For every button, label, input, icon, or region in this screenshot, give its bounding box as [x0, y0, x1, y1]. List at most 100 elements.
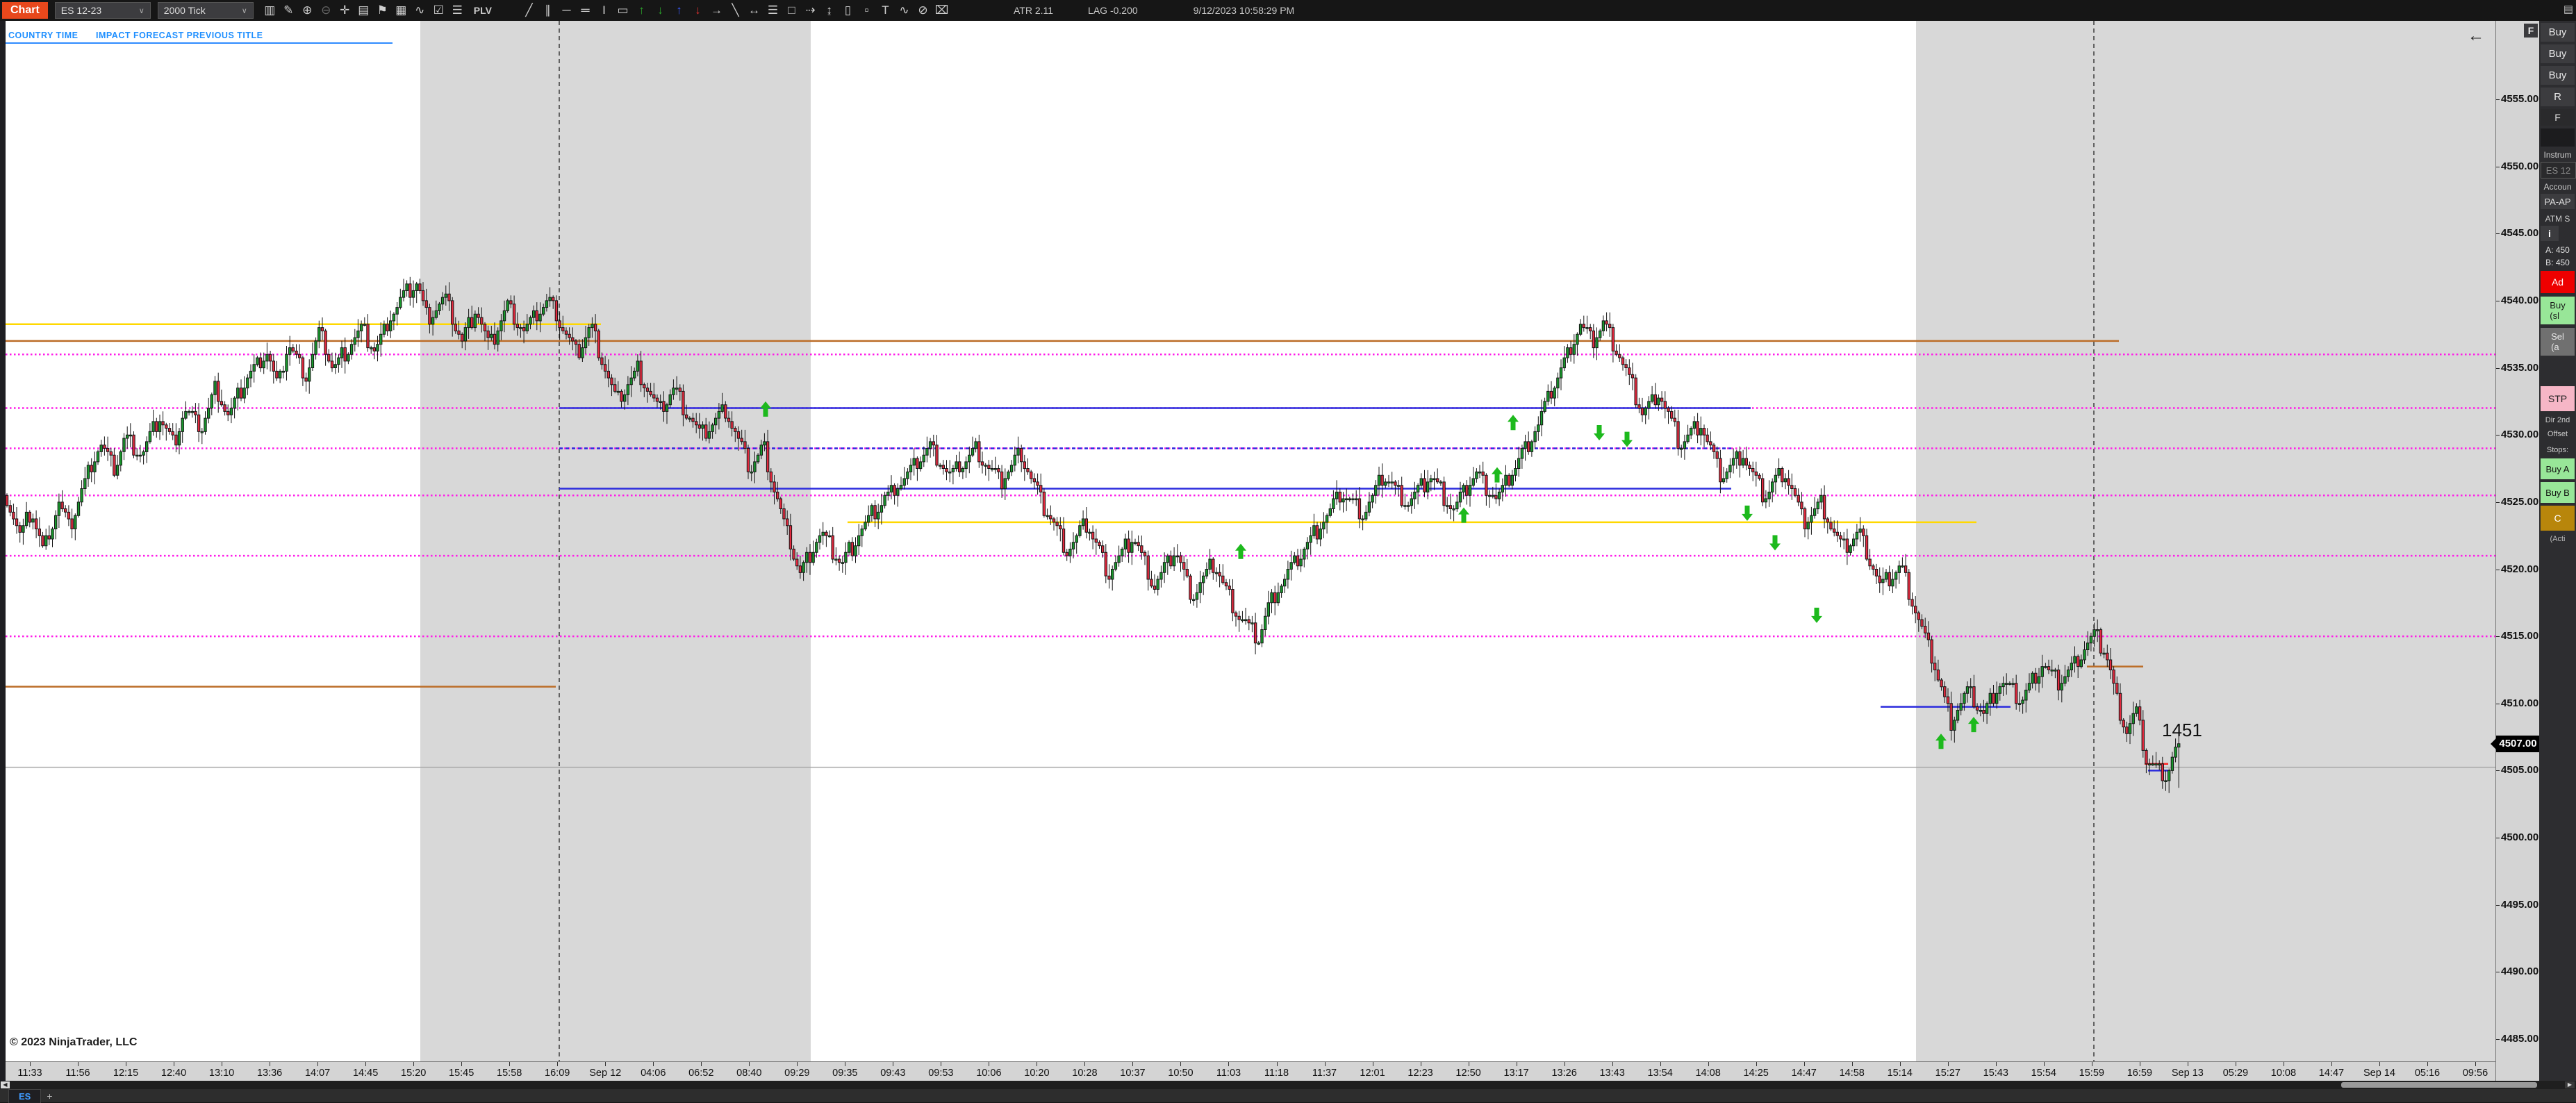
time-axis-label: 12:23 — [1396, 1068, 1445, 1079]
vertical-region-icon[interactable]: ▯ — [839, 1, 857, 19]
lines-stack-icon[interactable]: ☰ — [763, 1, 782, 19]
price-axis-label: 4510.00 — [2501, 697, 2538, 709]
time-axis-label: 12:50 — [1444, 1068, 1493, 1079]
eraser-icon[interactable]: ⊘ — [914, 1, 932, 19]
down-arrow-red-icon[interactable]: ↓ — [688, 1, 707, 19]
text-cursor-icon[interactable]: Ι — [595, 1, 613, 19]
scroll-right-button[interactable]: ▶ — [2565, 1081, 2575, 1088]
chart-trader-c[interactable]: C — [2541, 506, 2575, 531]
time-tick — [1852, 1062, 1853, 1066]
path-icon[interactable]: ∿ — [895, 1, 914, 19]
report-icon[interactable]: ▤ — [354, 1, 373, 19]
up-arrow-blue-icon[interactable]: ↑ — [670, 1, 688, 19]
chart-trader-buy-sl[interactable]: Buy (sl — [2541, 297, 2575, 324]
time-axis-label: 16:09 — [533, 1068, 581, 1079]
time-axis-label: 13:54 — [1636, 1068, 1685, 1079]
time-tick — [1564, 1062, 1565, 1066]
extended-line-icon[interactable]: ═ — [576, 1, 595, 19]
zoom-out-icon[interactable]: ⊖ — [317, 1, 336, 19]
fit-scale-button[interactable]: F — [2524, 24, 2538, 38]
back-arrow-icon[interactable]: ← — [2468, 26, 2484, 46]
strategy-checkbox-icon[interactable]: ☑ — [429, 1, 448, 19]
price-axis-label: 4505.00 — [2501, 764, 2538, 776]
price-tick — [2496, 905, 2500, 906]
chart-text-annotation[interactable]: 1451 — [2162, 720, 2202, 741]
horizontal-line-icon[interactable]: ─ — [557, 1, 576, 19]
panel-toggle-icon[interactable]: ▤ — [2563, 3, 2573, 15]
parallel-lines-icon[interactable]: ∥ — [538, 1, 557, 19]
time-axis-label: 15:43 — [1972, 1068, 2020, 1079]
time-tick — [1996, 1062, 1997, 1066]
chart-trader-pa-ap[interactable]: PA-AP — [2541, 194, 2575, 209]
zigzag-line-icon[interactable]: ∿ — [411, 1, 429, 19]
rectangle-icon[interactable]: □ — [782, 1, 801, 19]
down-candles — [6, 284, 2163, 781]
chart-toolbar: Chart ES 12-23 ∨ 2000 Tick ∨ ▥✎⊕⊖✛▤⚑▦∿☑☰… — [0, 0, 2576, 23]
chart-trader-ad[interactable]: Ad — [2541, 271, 2575, 293]
chart-trader-i[interactable]: i — [2541, 226, 2559, 241]
time-axis-label: 16:59 — [2115, 1068, 2164, 1079]
time-axis-label: 14:08 — [1684, 1068, 1733, 1079]
text-tool-icon[interactable]: T — [876, 1, 895, 19]
chart-trader-buy-b[interactable]: Buy B — [2541, 482, 2575, 503]
price-tick — [2496, 435, 2500, 436]
flag-icon[interactable]: ⚑ — [373, 1, 392, 19]
down-signal-arrow-icon — [1594, 425, 1605, 440]
time-tick — [1228, 1062, 1229, 1066]
list-icon[interactable]: ☰ — [448, 1, 467, 19]
scroll-left-button[interactable]: ◀ — [1, 1081, 10, 1088]
time-tick — [605, 1062, 606, 1066]
anchored-vwap-icon[interactable]: ↨ — [820, 1, 839, 19]
trash-icon[interactable]: ⌧ — [932, 1, 951, 19]
time-axis-label: 09:35 — [820, 1068, 869, 1079]
time-axis-label: 14:47 — [2307, 1068, 2356, 1079]
time-axis[interactable]: 11:3311:5612:1512:4013:1013:3614:0714:45… — [6, 1061, 2495, 1081]
time-tick — [1708, 1062, 1709, 1066]
chart-trader-buy[interactable]: Buy — [2541, 23, 2575, 42]
instrument-dropdown-value: ES 12-23 — [61, 5, 101, 16]
right-arrow-icon[interactable]: → — [707, 1, 726, 19]
session-shading — [1916, 21, 2495, 1061]
time-tick — [461, 1062, 462, 1066]
ruler-icon[interactable]: ▭ — [613, 1, 632, 19]
price-pane[interactable] — [6, 21, 2495, 1061]
time-tick — [1948, 1062, 1949, 1066]
chart-trader-stp[interactable]: STP — [2541, 386, 2575, 411]
time-tick — [1612, 1062, 1613, 1066]
chart-trader-buy-a[interactable]: Buy A — [2541, 458, 2575, 479]
scrollbar-thumb[interactable] — [2341, 1082, 2537, 1088]
horizontal-arrow-icon[interactable]: ↔ — [745, 1, 763, 19]
add-tab-button[interactable]: + — [47, 1090, 52, 1102]
zoom-in-icon[interactable]: ⊕ — [298, 1, 317, 19]
down-signal-arrow-icon — [1621, 432, 1633, 447]
tab-es[interactable]: ES — [8, 1089, 41, 1103]
time-axis-label: 15:27 — [1924, 1068, 1972, 1079]
interval-dropdown[interactable]: 2000 Tick ∨ — [158, 2, 254, 19]
dotted-arrow-icon[interactable]: ⇢ — [801, 1, 820, 19]
time-axis-label: 08:40 — [725, 1068, 773, 1079]
trend-line-icon[interactable]: ╱ — [520, 1, 538, 19]
chart-trader-r[interactable]: R — [2541, 88, 2575, 106]
down-arrow-green-icon[interactable]: ↓ — [651, 1, 670, 19]
time-axis-label: 12:40 — [149, 1068, 198, 1079]
time-axis-label: 13:10 — [197, 1068, 246, 1079]
chart-trader-buy[interactable]: Buy — [2541, 44, 2575, 63]
price-axis-label: 4495.00 — [2501, 899, 2538, 911]
candlestick-chart[interactable] — [6, 21, 2495, 1061]
copyright-watermark: © 2023 NinjaTrader, LLC — [10, 1036, 137, 1049]
chart-trader-sel-a[interactable]: Sel (a — [2541, 328, 2575, 356]
chart-trader-acti: (Acti — [2541, 534, 2575, 543]
instrument-dropdown[interactable]: ES 12-23 ∨ — [55, 2, 151, 19]
price-axis[interactable]: F 4507.00 4555.004550.004545.004540.0045… — [2495, 21, 2540, 1081]
chart-trader-buy[interactable]: Buy — [2541, 66, 2575, 85]
horizontal-scrollbar[interactable]: ◀ ▶ — [0, 1081, 2576, 1089]
indicator-panel-icon[interactable]: ▦ — [392, 1, 411, 19]
crosshair-icon[interactable]: ✛ — [336, 1, 354, 19]
up-arrow-green-icon[interactable]: ↑ — [632, 1, 651, 19]
candlestick-chart-icon[interactable]: ▥ — [261, 1, 279, 19]
dashed-region-icon[interactable]: ▫ — [857, 1, 876, 19]
pencil-icon[interactable]: ✎ — [279, 1, 298, 19]
time-axis-label: 05:16 — [2403, 1068, 2452, 1079]
ray-line-icon[interactable]: ╲ — [726, 1, 745, 19]
plv-button[interactable]: PLV — [474, 5, 492, 16]
